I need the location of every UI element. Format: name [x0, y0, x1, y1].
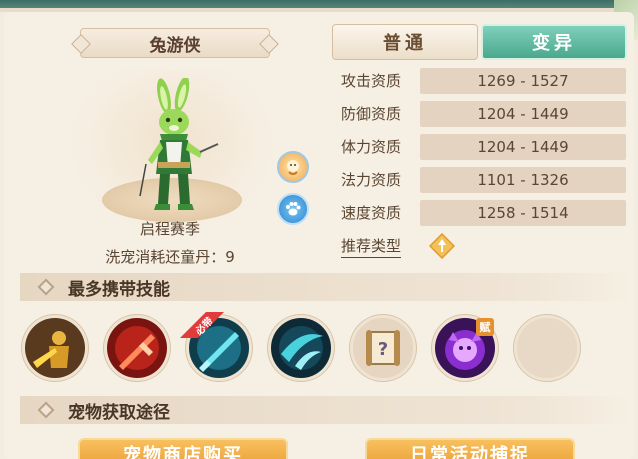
- skills-section-header: 最多携带技能: [20, 273, 632, 301]
- season-label: 启程赛季: [139, 220, 200, 238]
- stat-row-mana: 法力资质 1101 - 1326: [341, 167, 631, 193]
- acquire-section-title: 宠物获取途径: [68, 402, 170, 423]
- stat-row-attack: 攻击资质 1269 - 1527: [341, 68, 631, 94]
- stat-row-stamina: 体力资质 1204 - 1449: [341, 134, 631, 160]
- stat-row-speed: 速度资质 1258 - 1514: [341, 200, 631, 226]
- tab-normal[interactable]: 普通: [332, 24, 478, 60]
- stat-label: 法力资质: [341, 171, 402, 189]
- paw-icon: [286, 202, 301, 216]
- stat-row-defense: 防御资质 1204 - 1449: [341, 101, 631, 127]
- acquire-section-header: 宠物获取途径: [20, 396, 632, 424]
- wash-cost-label: 洗宠消耗还童丹：: [105, 248, 226, 266]
- pet-name: 兔游侠: [149, 35, 201, 56]
- recommend-type-link[interactable]: 推荐类型: [341, 234, 402, 258]
- stat-value: 1258 - 1514: [420, 200, 626, 226]
- golden-warrior-icon: [25, 318, 85, 378]
- skill-slot-4[interactable]: [268, 315, 334, 381]
- mystery-scroll-icon: ?: [353, 318, 413, 378]
- skill-slot-empty[interactable]: [514, 315, 580, 381]
- cyan-slash-icon: [271, 318, 331, 378]
- skill-slot-2[interactable]: [104, 315, 170, 381]
- paw-icon-button[interactable]: [277, 193, 309, 225]
- wash-cost: 洗宠消耗还童丹：9: [70, 246, 270, 267]
- wash-cost-value: 9: [225, 248, 235, 266]
- pet-shop-button[interactable]: 宠物商店购买: [78, 438, 288, 459]
- pet-stage[interactable]: [70, 70, 275, 230]
- pet-name-plate: 兔游侠: [80, 28, 270, 58]
- stat-label: 体力资质: [341, 138, 402, 156]
- pet-avatar-icon[interactable]: [277, 151, 309, 183]
- stat-label: 速度资质: [341, 204, 402, 222]
- stat-value: 1204 - 1449: [420, 101, 626, 127]
- stat-value: 1101 - 1326: [420, 167, 626, 193]
- stat-label: 攻击资质: [341, 72, 402, 90]
- talent-badge: 赋: [476, 318, 494, 336]
- diamond-icon: [37, 401, 55, 419]
- daily-capture-button[interactable]: 日常活动捕捉: [365, 438, 575, 459]
- skill-slot-1[interactable]: [22, 315, 88, 381]
- svg-text:?: ?: [378, 339, 388, 360]
- diamond-icon: [37, 278, 55, 296]
- attack-type-icon[interactable]: [429, 233, 455, 259]
- tab-mutant[interactable]: 变异: [481, 24, 627, 60]
- skill-slot-5[interactable]: ?: [350, 315, 416, 381]
- stat-label: 防御资质: [341, 105, 402, 123]
- skills-section-title: 最多携带技能: [68, 279, 170, 300]
- character-face-icon: [287, 160, 299, 175]
- empty-slot-icon: [517, 318, 577, 378]
- stat-value: 1269 - 1527: [420, 68, 626, 94]
- red-sword-icon: [107, 318, 167, 378]
- stat-value: 1204 - 1449: [420, 134, 626, 160]
- rabbit-ranger-model: [139, 78, 219, 210]
